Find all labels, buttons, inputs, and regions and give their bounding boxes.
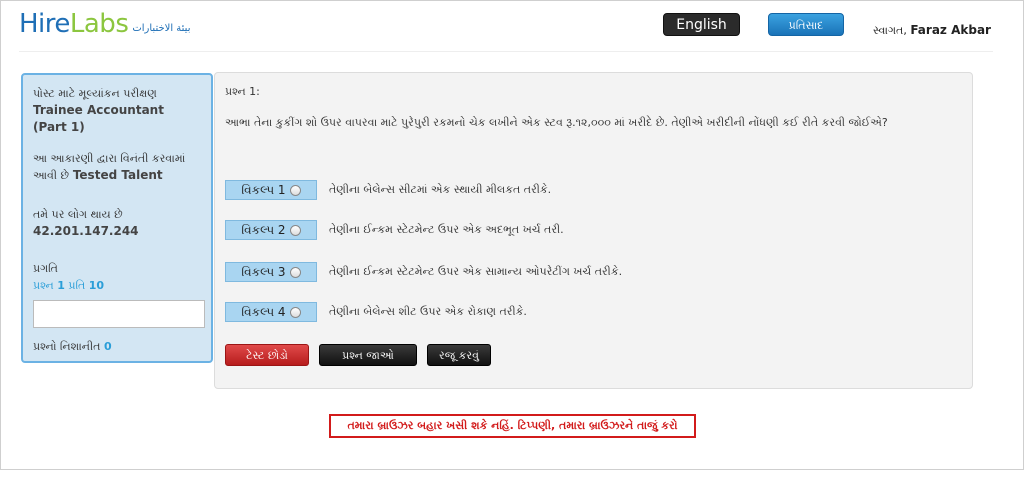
logo-arabic-tagline: بيئة الاختبارات [132, 23, 191, 34]
marked-count[interactable]: 0 [104, 340, 112, 353]
assessment-label: પોસ્ટ માટે મૂલ્યાંકન પરીક્ષણ [33, 87, 157, 100]
option-3-text: તેણીના ઈન્કમ સ્ટેટમેન્ટ ઉપર એક સામાન્ય ઓ… [329, 265, 623, 278]
quit-test-button[interactable]: ટેસ્ટ છોડો [225, 344, 309, 366]
hirelabs-logo[interactable]: HireLabs بيئة الاختبارات [19, 10, 190, 38]
option-1-label: વિકલ્પ 1 [241, 182, 286, 197]
app-frame: HireLabs بيئة الاختبارات English પ્રતિસા… [0, 0, 1024, 470]
option-3-label: વિકલ્પ 3 [241, 264, 286, 279]
login-label: તમે પર લોગ થાય છે [33, 208, 123, 221]
header-divider [19, 51, 993, 52]
option-3-button[interactable]: વિકલ્પ 3 [225, 262, 317, 282]
question-panel: પ્રશ્ન 1: આભા તેના કુકીંગ શો ઉપર વાપરવા … [214, 72, 973, 389]
progress-total: 10 [88, 279, 105, 292]
welcome-prefix: સ્વાગત, [873, 24, 907, 37]
submit-button[interactable]: રજૂ કરવું [427, 344, 491, 366]
ip-address: 42.201.147.244 [33, 224, 139, 238]
option-row-1: વિકલ્પ 1 તેણીના બેલેન્સ સીટમાં એક સ્થાયી… [225, 180, 551, 200]
option-4-label: વિકલ્પ 4 [241, 304, 286, 319]
option-1-button[interactable]: વિકલ્પ 1 [225, 180, 317, 200]
option-1-radio[interactable] [289, 184, 301, 196]
logo-hire-text: Hire [19, 9, 70, 39]
option-row-4: વિકલ્પ 4 તેણીના બેલેન્સ શીટ ઉપર એક રોકાણ… [225, 302, 527, 322]
progress-status: પ્રશ્ન 1 પ્રતિ 10 [33, 277, 201, 294]
option-2-button[interactable]: વિકલ્પ 2 [225, 220, 317, 240]
option-2-text: તેણીના ઈન્કમ સ્ટેટમેન્ટ ઉપર એક અદભૂત ખર્… [329, 223, 564, 236]
action-buttons: ટેસ્ટ છોડો પ્રશ્ન જાઓ રજૂ કરવું [225, 344, 491, 366]
marked-label: પ્રશ્નો નિશાનીત [33, 340, 101, 353]
welcome-message: સ્વાગત, Faraz Akbar [873, 23, 991, 38]
progress-label: પ્રગતિ [33, 262, 58, 275]
marked-questions: પ્રશ્નો નિશાનીત 0 [33, 338, 201, 355]
user-name: Faraz Akbar [910, 23, 991, 37]
progress-prefix: પ્રશ્ન [33, 279, 54, 292]
progress-current: 1 [57, 279, 65, 292]
assessment-title: Trainee Accountant (Part 1) [33, 103, 164, 134]
progress-bar [33, 300, 205, 328]
requested-by: Tested Talent [72, 168, 163, 182]
option-4-text: તેણીના બેલેન્સ શીટ ઉપર એક રોકાણ તરીકે. [329, 305, 527, 318]
question-number: પ્રશ્ન 1: [225, 85, 260, 98]
option-3-radio[interactable] [289, 266, 301, 278]
progress-of: પ્રતિ [68, 279, 86, 292]
browser-warning-notice: તમારા બ્રાઉઝર બહાર ખસી શકે નહિં. ટિપ્પણી… [329, 414, 696, 438]
feedback-button[interactable]: પ્રતિસાદ [768, 13, 844, 36]
option-2-radio[interactable] [289, 224, 301, 236]
logo-labs-text: Labs [69, 9, 129, 39]
option-4-radio[interactable] [289, 306, 301, 318]
view-questions-button[interactable]: પ્રશ્ન જાઓ [319, 344, 417, 366]
option-4-button[interactable]: વિકલ્પ 4 [225, 302, 317, 322]
option-row-2: વિકલ્પ 2 તેણીના ઈન્કમ સ્ટેટમેન્ટ ઉપર એક … [225, 220, 564, 240]
option-1-text: તેણીના બેલેન્સ સીટમાં એક સ્થાયી મીલકત તર… [329, 183, 552, 196]
english-language-button[interactable]: English [663, 13, 740, 36]
test-info-sidebar: પોસ્ટ માટે મૂલ્યાંકન પરીક્ષણ Trainee Acc… [21, 73, 213, 363]
option-2-label: વિકલ્પ 2 [241, 222, 286, 237]
option-row-3: વિકલ્પ 3 તેણીના ઈન્કમ સ્ટેટમેન્ટ ઉપર એક … [225, 262, 622, 282]
question-text: આભા તેના કુકીંગ શો ઉપર વાપરવા માટે પુરેપ… [225, 116, 888, 129]
